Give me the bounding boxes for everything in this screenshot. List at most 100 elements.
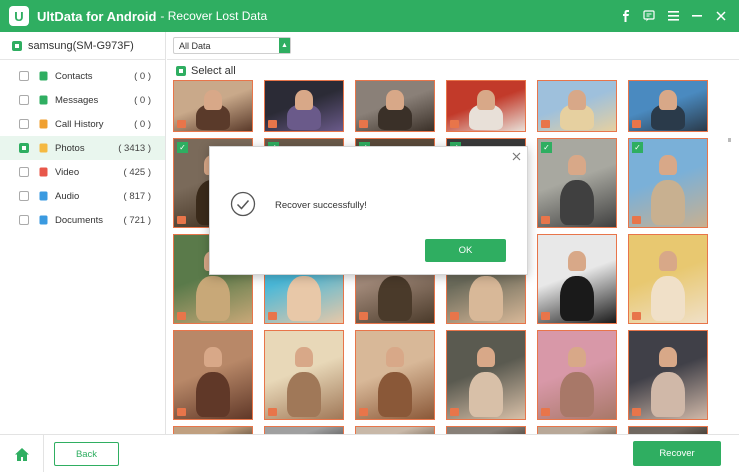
photo-type-icon — [450, 120, 459, 128]
photo-thumbnail[interactable] — [628, 234, 708, 324]
photo-thumbnail[interactable] — [537, 80, 617, 132]
call-history-icon — [38, 119, 48, 129]
recover-success-dialog: Recover successfully! OK — [209, 146, 528, 275]
photo-type-icon — [632, 312, 641, 320]
photo-subject-body — [651, 180, 685, 225]
scrollbar-thumb[interactable] — [728, 138, 731, 142]
photo-thumbnail[interactable] — [537, 234, 617, 324]
feedback-icon[interactable] — [637, 4, 661, 28]
recover-button[interactable]: Recover — [633, 441, 721, 466]
photo-thumbnail[interactable] — [446, 426, 526, 434]
photo-thumbnail[interactable] — [355, 330, 435, 420]
filter-bar: All Data ▲︎ — [167, 32, 739, 60]
category-label: Video — [55, 166, 80, 178]
category-checkbox[interactable] — [19, 95, 29, 105]
documents-icon — [38, 215, 48, 225]
category-list: Contacts ( 0 ) Messages ( 0 ) Call History ( … — [0, 60, 165, 232]
sidebar-item-photos[interactable]: Photos ( 3413 ) — [0, 136, 165, 160]
photo-thumbnail[interactable] — [628, 330, 708, 420]
category-label: Photos — [55, 142, 85, 154]
photo-thumbnail[interactable] — [355, 426, 435, 434]
category-checkbox[interactable] — [19, 215, 29, 225]
photo-thumbnail[interactable] — [173, 80, 253, 132]
sidebar-item-contacts[interactable]: Contacts ( 0 ) — [0, 64, 165, 88]
photo-thumbnail[interactable] — [446, 330, 526, 420]
dialog-ok-button[interactable]: OK — [425, 239, 506, 262]
app-title: UltData for Android — [37, 8, 157, 24]
success-check-icon — [230, 191, 256, 217]
select-all-label: Select all — [191, 65, 236, 77]
contacts-icon — [38, 71, 48, 81]
minimize-icon[interactable] — [685, 4, 709, 28]
select-all[interactable]: Select all — [176, 65, 236, 77]
photo-thumbnail[interactable] — [537, 426, 617, 434]
photo-thumbnail[interactable]: ✓ — [537, 138, 617, 228]
photo-subject — [568, 251, 586, 271]
photo-thumbnail[interactable] — [628, 426, 708, 434]
menu-icon[interactable] — [661, 4, 685, 28]
photo-subject — [295, 90, 313, 110]
close-icon[interactable] — [709, 4, 733, 28]
photo-subject — [477, 90, 495, 110]
category-label: Messages — [55, 94, 99, 106]
photo-thumbnail[interactable] — [264, 330, 344, 420]
photo-subject-body — [560, 276, 594, 321]
photo-image — [538, 427, 616, 434]
sidebar-item-messages[interactable]: Messages ( 0 ) — [0, 88, 165, 112]
photo-subject-body — [287, 276, 321, 321]
dialog-close-icon[interactable] — [509, 149, 523, 163]
sidebar-item-documents[interactable]: Documents ( 721 ) — [0, 208, 165, 232]
category-label: Contacts — [55, 70, 93, 82]
photo-type-icon — [359, 120, 368, 128]
home-button[interactable] — [0, 435, 44, 472]
photo-thumbnail[interactable] — [264, 80, 344, 132]
photo-thumbnail[interactable] — [628, 80, 708, 132]
grid-scrollbar[interactable] — [727, 80, 732, 434]
photo-image — [447, 427, 525, 434]
photo-subject-body — [560, 372, 594, 417]
photo-checked-icon[interactable]: ✓ — [541, 142, 552, 153]
back-button[interactable]: Back — [54, 442, 119, 466]
category-checkbox[interactable] — [19, 119, 29, 129]
category-checkbox[interactable] — [19, 191, 29, 201]
photo-subject — [568, 155, 586, 175]
chevron-updown-icon: ▲︎ — [279, 38, 290, 53]
sidebar-item-call-history[interactable]: Call History ( 0 ) — [0, 112, 165, 136]
photo-thumbnail[interactable] — [355, 80, 435, 132]
category-count: ( 721 ) — [123, 214, 151, 226]
app-subtitle: - Recover Lost Data — [160, 9, 268, 23]
photo-thumbnail[interactable]: ✓ — [628, 138, 708, 228]
facebook-icon[interactable] — [613, 4, 637, 28]
photo-checked-icon[interactable]: ✓ — [632, 142, 643, 153]
sidebar-item-video[interactable]: Video ( 425 ) — [0, 160, 165, 184]
category-checkbox[interactable] — [19, 143, 29, 153]
video-icon — [38, 167, 48, 177]
photo-subject — [659, 90, 677, 110]
photo-checked-icon[interactable]: ✓ — [177, 142, 188, 153]
photo-subject — [295, 347, 313, 367]
title-bar: U UltData for Android - Recover Lost Dat… — [0, 0, 739, 32]
photo-type-icon — [268, 408, 277, 416]
category-checkbox[interactable] — [19, 71, 29, 81]
device-row[interactable]: samsung(SM-G973F) — [0, 32, 165, 60]
dialog-message: Recover successfully! — [275, 200, 367, 211]
category-count: ( 0 ) — [134, 70, 151, 82]
device-checkbox[interactable] — [12, 40, 22, 51]
photo-type-icon — [632, 120, 641, 128]
photo-thumbnail[interactable] — [173, 330, 253, 420]
photo-thumbnail[interactable] — [446, 80, 526, 132]
category-count: ( 425 ) — [123, 166, 151, 178]
photo-subject — [659, 347, 677, 367]
photo-subject — [568, 347, 586, 367]
photo-thumbnail[interactable] — [173, 426, 253, 434]
photo-type-icon — [541, 408, 550, 416]
select-all-checkbox[interactable] — [176, 66, 186, 76]
photo-subject — [204, 347, 222, 367]
photo-thumbnail[interactable] — [264, 426, 344, 434]
data-filter-select[interactable]: All Data ▲︎ — [173, 37, 291, 54]
photos-icon — [38, 143, 48, 153]
category-checkbox[interactable] — [19, 167, 29, 177]
sidebar-item-audio[interactable]: Audio ( 817 ) — [0, 184, 165, 208]
photo-thumbnail[interactable] — [537, 330, 617, 420]
photo-type-icon — [177, 216, 186, 224]
